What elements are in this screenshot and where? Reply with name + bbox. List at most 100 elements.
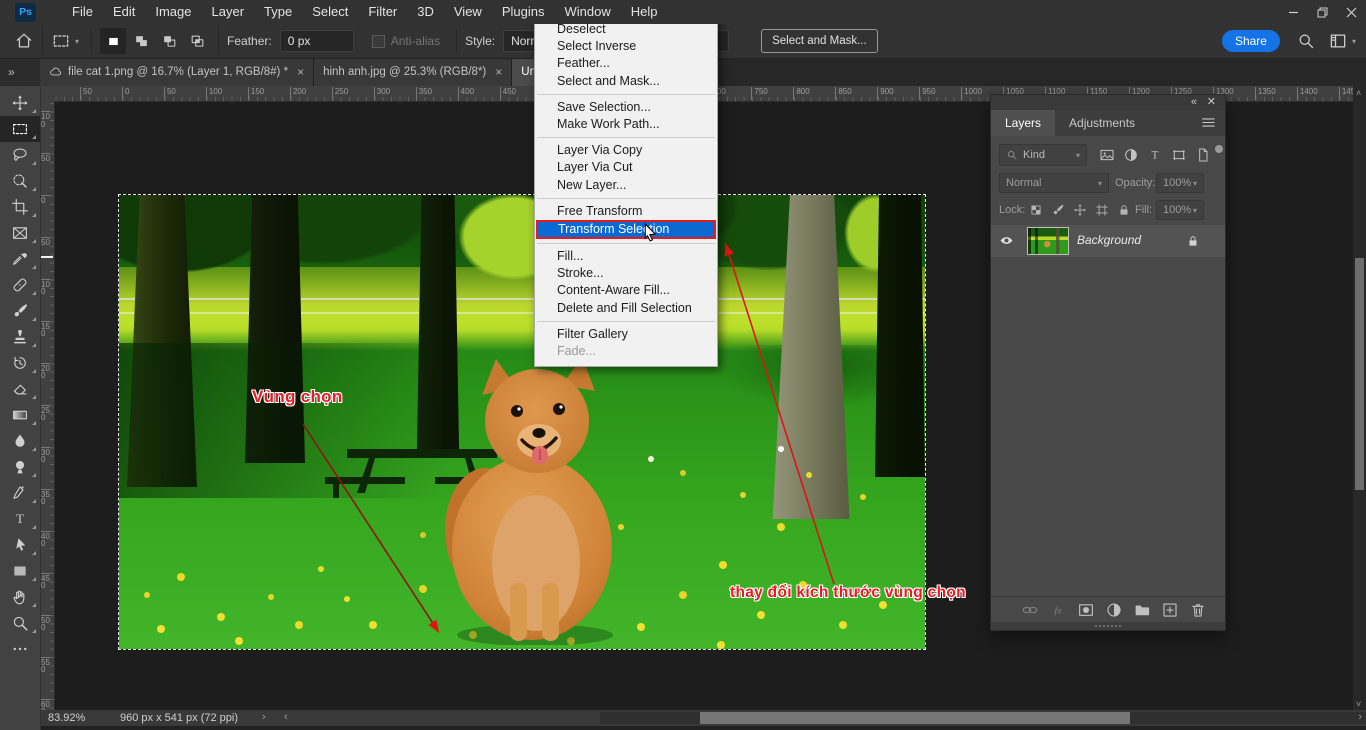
delete-layer-icon[interactable] <box>1189 601 1207 619</box>
menu-plugins[interactable]: Plugins <box>492 0 555 24</box>
lock-pixels-icon[interactable] <box>1049 201 1066 218</box>
new-adjustment-layer-icon[interactable] <box>1105 601 1123 619</box>
lock-all-icon[interactable] <box>1115 201 1132 218</box>
document-tab-2[interactable]: hinh anh.jpg @ 25.3% (RGB/8*)× <box>314 58 512 86</box>
subtract-from-selection-icon[interactable] <box>156 28 182 54</box>
vertical-scrollbar[interactable] <box>1353 86 1366 710</box>
hand-tool[interactable] <box>0 584 40 610</box>
context-menu-item-select-inverse[interactable]: Select Inverse <box>535 38 717 55</box>
blur-tool[interactable] <box>0 428 40 454</box>
menu-view[interactable]: View <box>444 0 492 24</box>
brush-tool[interactable] <box>0 298 40 324</box>
new-group-icon[interactable] <box>1133 601 1151 619</box>
context-menu-item-save-selection[interactable]: Save Selection... <box>535 99 717 116</box>
layer-filter-search[interactable]: Kind▾ <box>999 144 1087 166</box>
status-popup-icon[interactable]: › <box>262 711 266 723</box>
layer-visibility-eye-icon[interactable] <box>998 233 1015 248</box>
context-menu-item-delete-and-fill-selection[interactable]: Delete and Fill Selection <box>535 300 717 317</box>
fill-value[interactable]: 100%▾ <box>1156 200 1204 220</box>
lock-position-icon[interactable] <box>1071 201 1088 218</box>
horizontal-scrollbar[interactable] <box>600 712 1366 724</box>
path-selection-tool[interactable] <box>0 532 40 558</box>
menu-edit[interactable]: Edit <box>103 0 145 24</box>
new-selection-icon[interactable] <box>100 28 126 54</box>
scroll-up-icon[interactable]: ˄ <box>1356 88 1361 98</box>
panel-resize-grip[interactable] <box>991 622 1225 630</box>
context-menu-item-filter-gallery[interactable]: Filter Gallery <box>535 326 717 343</box>
share-button[interactable]: Share <box>1222 30 1280 52</box>
context-menu-item-stroke[interactable]: Stroke... <box>535 265 717 282</box>
layer-lock-icon[interactable] <box>1186 234 1200 248</box>
panel-menu-icon[interactable] <box>1200 114 1217 131</box>
filter-smart-object-icon[interactable] <box>1193 145 1213 165</box>
object-selection-tool[interactable] <box>0 168 40 194</box>
context-menu-item-make-work-path[interactable]: Make Work Path... <box>535 116 717 133</box>
rectangular-marquee-tool[interactable] <box>0 116 40 142</box>
context-menu-item-free-transform[interactable]: Free Transform <box>535 203 717 220</box>
clone-stamp-tool[interactable] <box>0 324 40 350</box>
context-menu-item-select-and-mask[interactable]: Select and Mask... <box>535 73 717 90</box>
context-menu-item-content-aware-fill[interactable]: Content-Aware Fill... <box>535 282 717 299</box>
search-icon[interactable] <box>1296 31 1316 51</box>
ruler-left[interactable]: 1005005010015020025030035040045050055060… <box>40 101 55 710</box>
context-menu-item-fade[interactable]: Fade... <box>535 343 717 360</box>
filter-image-icon[interactable] <box>1097 145 1117 165</box>
filter-type-icon[interactable]: T <box>1145 145 1165 165</box>
lasso-tool[interactable] <box>0 142 40 168</box>
layer-thumbnail[interactable] <box>1027 227 1069 255</box>
tool-preset-marquee-icon[interactable] <box>51 31 71 51</box>
context-menu-item-fill[interactable]: Fill... <box>535 248 717 265</box>
canvas-image[interactable] <box>119 195 925 649</box>
menu-help[interactable]: Help <box>621 0 668 24</box>
filter-shape-icon[interactable] <box>1169 145 1189 165</box>
scroll-down-icon[interactable]: ˅ <box>1356 699 1361 709</box>
tool-preset-chevron-icon[interactable]: ▾ <box>75 37 79 46</box>
tab-close-icon[interactable]: × <box>495 65 502 79</box>
context-menu-item-feather[interactable]: Feather... <box>535 55 717 72</box>
status-collapse-icon[interactable]: ‹ <box>284 711 288 723</box>
ruler-corner[interactable] <box>40 86 55 102</box>
add-to-selection-icon[interactable] <box>128 28 154 54</box>
panel-tab-adjustments[interactable]: Adjustments <box>1055 110 1149 136</box>
collapse-panel-icon[interactable]: « <box>1191 95 1197 109</box>
layer-effects-icon[interactable]: fx <box>1049 601 1067 619</box>
lock-artboard-icon[interactable] <box>1093 201 1110 218</box>
pen-tool[interactable] <box>0 480 40 506</box>
horizontal-scrollbar-thumb[interactable] <box>700 712 1130 724</box>
frame-tool[interactable] <box>0 220 40 246</box>
eraser-tool[interactable] <box>0 376 40 402</box>
menu-window[interactable]: Window <box>554 0 620 24</box>
home-icon[interactable] <box>14 31 34 51</box>
close-panel-icon[interactable]: ✕ <box>1207 95 1216 109</box>
document-tab-1[interactable]: file cat 1.png @ 16.7% (Layer 1, RGB/8#)… <box>40 58 314 86</box>
lock-transparency-icon[interactable] <box>1027 201 1044 218</box>
add-layer-mask-icon[interactable] <box>1077 601 1095 619</box>
context-menu-item-transform-selection[interactable]: Transform Selection <box>536 220 716 239</box>
type-tool[interactable]: T <box>0 506 40 532</box>
zoom-level[interactable]: 83.92% <box>48 712 85 724</box>
feather-input[interactable]: 0 px <box>280 30 354 52</box>
filter-adjustment-icon[interactable] <box>1121 145 1141 165</box>
edit-toolbar-button[interactable] <box>0 636 40 662</box>
blend-mode-select[interactable]: Normal▾ <box>999 173 1109 193</box>
intersect-selection-icon[interactable] <box>184 28 210 54</box>
menu-select[interactable]: Select <box>302 0 358 24</box>
menu-file[interactable]: File <box>62 0 103 24</box>
panel-tab-layers[interactable]: Layers <box>991 110 1055 136</box>
menu-image[interactable]: Image <box>145 0 201 24</box>
tab-close-icon[interactable]: × <box>297 65 304 79</box>
move-tool[interactable] <box>0 90 40 116</box>
restore-icon[interactable] <box>1308 0 1337 24</box>
eyedropper-tool[interactable] <box>0 246 40 272</box>
layer-row-background[interactable]: Background <box>991 225 1225 257</box>
link-layers-icon[interactable] <box>1021 601 1039 619</box>
dodge-tool[interactable] <box>0 454 40 480</box>
rectangle-tool[interactable] <box>0 558 40 584</box>
menu-type[interactable]: Type <box>254 0 302 24</box>
gradient-tool[interactable] <box>0 402 40 428</box>
minimize-icon[interactable] <box>1279 0 1308 24</box>
crop-tool[interactable] <box>0 194 40 220</box>
zoom-tool[interactable] <box>0 610 40 636</box>
context-menu-item-layer-via-cut[interactable]: Layer Via Cut <box>535 159 717 176</box>
history-brush-tool[interactable] <box>0 350 40 376</box>
